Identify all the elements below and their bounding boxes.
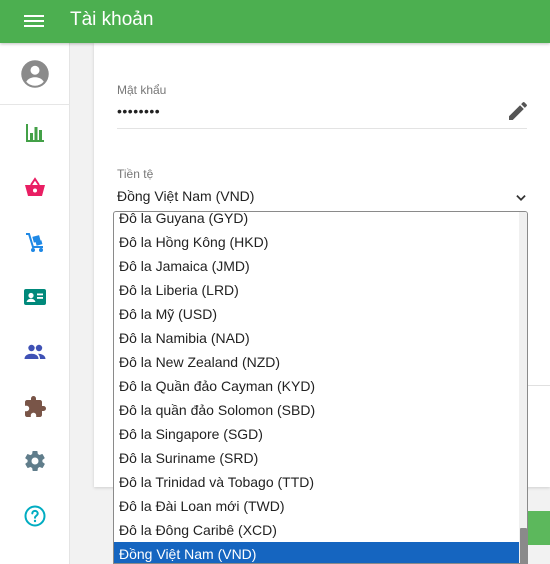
currency-label: Tiền tệ xyxy=(117,167,154,181)
chevron-down-icon[interactable] xyxy=(514,191,528,205)
sidebar-item-settings[interactable] xyxy=(0,441,70,481)
people-icon xyxy=(24,344,46,359)
puzzle-icon xyxy=(25,396,46,417)
save-button-edge[interactable] xyxy=(526,511,550,545)
contact-card-icon xyxy=(24,289,46,305)
sidebar-item-contacts[interactable] xyxy=(0,277,70,317)
sidebar-item-users[interactable] xyxy=(0,332,70,372)
sidebar-item-sales[interactable] xyxy=(0,168,70,208)
dropdown-scrollbar[interactable] xyxy=(519,212,527,563)
dolly-cart-icon xyxy=(26,233,43,252)
currency-option[interactable]: Đô la Trinidad và Tobago (TTD) xyxy=(114,470,520,494)
currency-option[interactable]: Đô la Guyana (GYD) xyxy=(114,212,520,230)
sidebar-item-reports[interactable] xyxy=(0,113,70,153)
password-underline xyxy=(117,128,527,129)
shopping-basket-icon xyxy=(25,177,45,196)
menu-icon[interactable] xyxy=(24,12,46,30)
gear-icon xyxy=(25,450,45,472)
sidebar xyxy=(0,43,70,564)
sidebar-profile xyxy=(0,43,70,105)
bar-chart-icon xyxy=(26,124,44,142)
currency-option[interactable]: Đô la Hồng Kông (HKD) xyxy=(114,230,520,254)
account-circle-icon[interactable] xyxy=(20,59,50,89)
currency-option[interactable]: Đô la Đông Caribê (XCD) xyxy=(114,518,520,542)
currency-dropdown[interactable]: Đô la Guyana (GYD) Đô la Hồng Kông (HKD)… xyxy=(113,211,528,564)
currency-option[interactable]: Đô la Đài Loan mới (TWD) xyxy=(114,494,520,518)
currency-option[interactable]: Đô la Singapore (SGD) xyxy=(114,422,520,446)
currency-option[interactable]: Đô la Suriname (SRD) xyxy=(114,446,520,470)
currency-select[interactable]: Đồng Việt Nam (VND) xyxy=(117,188,254,204)
password-label: Mật khẩu xyxy=(117,83,167,97)
currency-option[interactable]: Đô la quần đảo Solomon (SBD) xyxy=(114,398,520,422)
password-value: •••••••• xyxy=(117,103,161,119)
currency-option[interactable]: Đô la New Zealand (NZD) xyxy=(114,350,520,374)
currency-option-selected[interactable]: Đồng Việt Nam (VND) xyxy=(114,542,520,563)
currency-option[interactable]: Đô la Jamaica (JMD) xyxy=(114,254,520,278)
currency-option[interactable]: Đô la Quần đảo Cayman (KYD) xyxy=(114,374,520,398)
sidebar-item-extensions[interactable] xyxy=(0,387,70,427)
sidebar-item-purchases[interactable] xyxy=(0,223,70,263)
currency-option[interactable]: Đô la Liberia (LRD) xyxy=(114,278,520,302)
help-icon xyxy=(24,505,46,527)
app-bar: Tài khoản xyxy=(0,0,550,43)
edit-password-icon[interactable] xyxy=(506,99,530,123)
sidebar-item-help[interactable] xyxy=(0,496,70,536)
currency-option[interactable]: Đô la Mỹ (USD) xyxy=(114,302,520,326)
page-title: Tài khoản xyxy=(70,9,154,30)
currency-option[interactable]: Đô la Namibia (NAD) xyxy=(114,326,520,350)
dropdown-scroll-thumb[interactable] xyxy=(520,528,527,563)
